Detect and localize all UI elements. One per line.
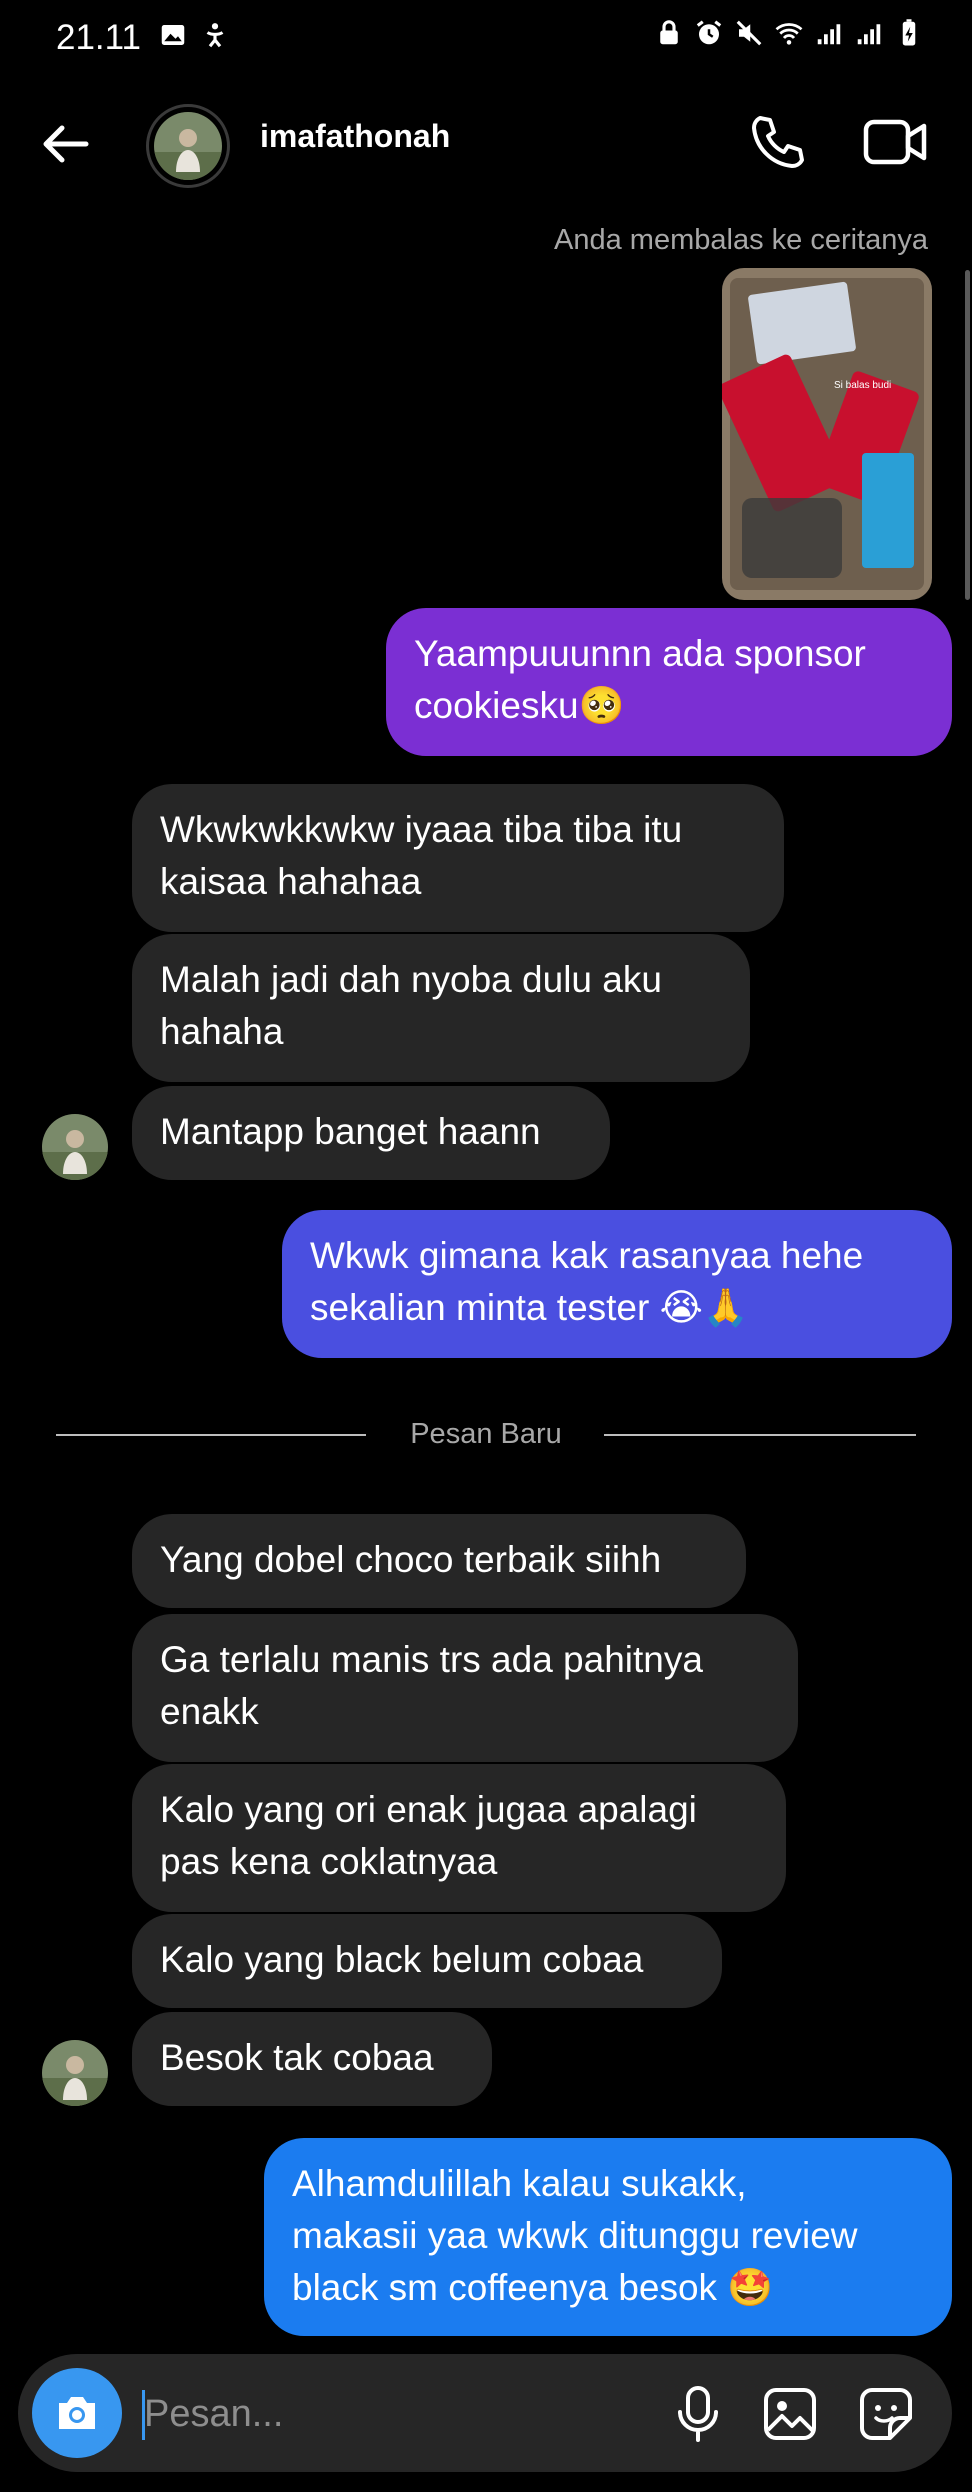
message-line: sekalian minta tester 😭🙏 [310, 1287, 749, 1328]
arrow-left-icon[interactable] [34, 112, 98, 176]
battery-charging-icon [902, 19, 916, 46]
message-line: Kalo yang black belum cobaa [160, 1939, 644, 1980]
message-line: Yang dobel choco terbaik siihh [160, 1539, 662, 1580]
incoming-message[interactable]: Ga terlalu manis trs ada pahitnya enakk [132, 1614, 798, 1762]
camera-icon [59, 2397, 95, 2429]
microphone-icon[interactable] [668, 2382, 728, 2446]
sticker-icon[interactable] [854, 2382, 918, 2446]
accessibility-icon [206, 23, 224, 48]
message-line: Wkwkwkkwkw iyaaa tiba tiba itu [160, 809, 683, 850]
story-reply-label: Anda membalas ke ceritanya [554, 224, 928, 256]
message-line: black sm coffeenya besok 🤩 [292, 2267, 774, 2308]
sender-avatar[interactable] [42, 2040, 108, 2106]
message-line: makasii yaa wkwk ditunggu review [292, 2215, 858, 2256]
profile-photo [154, 112, 222, 180]
message-line: kaisaa hahahaa [160, 861, 422, 902]
message-line: Besok tak cobaa [160, 2037, 434, 2078]
incoming-message[interactable]: Kalo yang ori enak jugaa apalagi pas ken… [132, 1764, 786, 1912]
outgoing-message[interactable]: Yaampuuunnn ada sponsor cookiesku🥺 [386, 608, 952, 756]
message-input[interactable] [140, 2386, 644, 2442]
message-line: Ga terlalu manis trs ada pahitnya [160, 1639, 703, 1680]
message-line: Malah jadi dah nyoba dulu aku [160, 959, 662, 1000]
incoming-message[interactable]: Besok tak cobaa [132, 2012, 492, 2106]
wifi-icon [775, 23, 803, 45]
signal-icon [817, 24, 841, 45]
signal-icon [857, 24, 881, 45]
message-line: Alhamdulillah kalau sukakk, [292, 2163, 747, 2204]
avatar[interactable] [146, 104, 230, 188]
outgoing-message[interactable]: Wkwk gimana kak rasanyaa hehe sekalian m… [282, 1210, 952, 1358]
image-icon[interactable] [758, 2382, 822, 2446]
status-time: 21.11 [56, 18, 141, 57]
scrollbar[interactable] [965, 270, 970, 600]
incoming-message[interactable]: Kalo yang black belum cobaa [132, 1914, 722, 2008]
incoming-message[interactable]: Mantapp banget haann [132, 1086, 610, 1180]
lock-icon [660, 20, 678, 45]
message-line: Yaampuuunnn ada sponsor [414, 633, 866, 674]
message-line: Mantapp banget haann [160, 1111, 541, 1152]
sender-avatar[interactable] [42, 1114, 108, 1180]
status-right-icons [654, 18, 924, 48]
message-line: Kalo yang ori enak jugaa apalagi [160, 1789, 697, 1830]
phone-icon[interactable] [746, 110, 810, 174]
incoming-message[interactable]: Yang dobel choco terbaik siihh [132, 1514, 746, 1608]
gallery-icon [161, 25, 185, 45]
divider-line-right [604, 1434, 916, 1436]
video-camera-icon[interactable] [860, 110, 930, 174]
alarm-icon [696, 20, 722, 45]
camera-button[interactable] [32, 2368, 122, 2458]
incoming-message[interactable]: Malah jadi dah nyoba dulu aku hahaha [132, 934, 750, 1082]
story-sticker-text: Si balas budi [834, 380, 891, 391]
outgoing-message[interactable]: Alhamdulillah kalau sukakk, makasii yaa … [264, 2138, 952, 2336]
message-line: cookiesku🥺 [414, 685, 625, 726]
message-line: hahaha [160, 1011, 284, 1052]
incoming-message[interactable]: Wkwkwkkwkw iyaaa tiba tiba itu kaisaa ha… [132, 784, 784, 932]
message-line: Wkwk gimana kak rasanyaa hehe [310, 1235, 864, 1276]
story-thumbnail[interactable]: Si balas budi [722, 268, 932, 600]
message-line: pas kena coklatnyaa [160, 1841, 498, 1882]
chat-username[interactable]: imafathonah [260, 118, 450, 155]
mute-icon [736, 20, 762, 46]
message-line: enakk [160, 1691, 259, 1732]
status-left-icons [158, 20, 230, 50]
